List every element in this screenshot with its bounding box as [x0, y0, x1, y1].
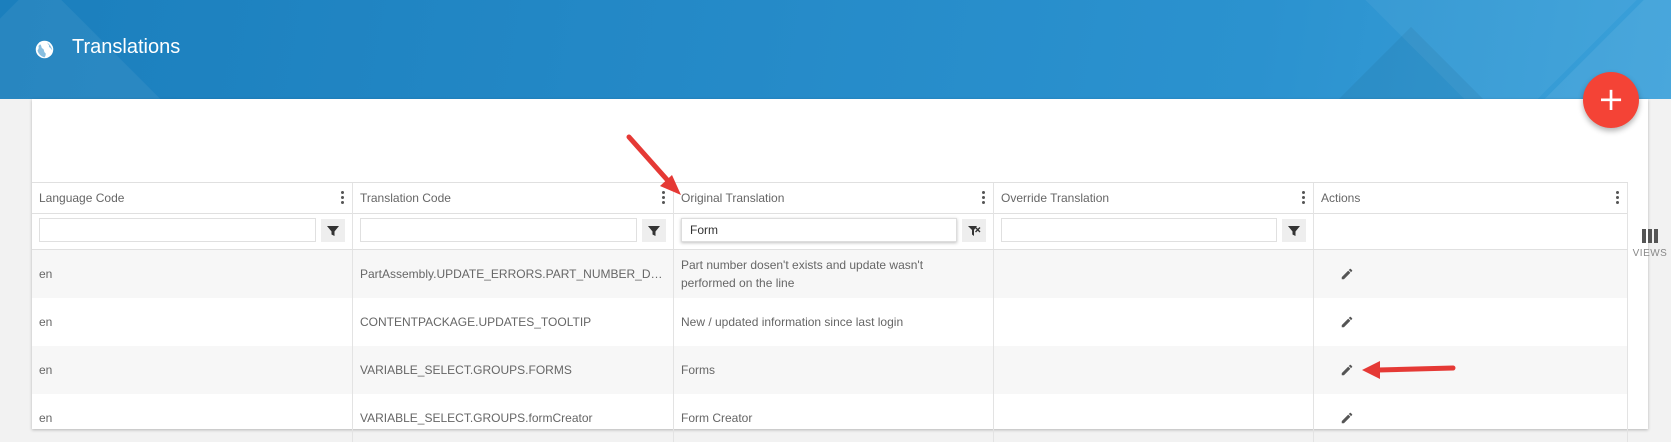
override-cell	[994, 298, 1314, 346]
code-value: CONTENTPACKAGE.UPDATES_TOOLTIP	[360, 315, 592, 329]
original-value: Forms	[681, 363, 715, 377]
page-header: Translations	[0, 0, 1671, 99]
globe-icon	[35, 40, 54, 59]
language-value: en	[39, 315, 53, 329]
original-value: Form Creator	[681, 411, 753, 425]
table-row[interactable]: en CONTENTPACKAGE.UPDATES_TOOLTIP New / …	[32, 298, 1628, 346]
filter-button[interactable]	[642, 219, 666, 242]
views-button[interactable]: VIEWS	[1630, 229, 1670, 259]
original-value: New / updated information since last log…	[681, 315, 904, 329]
override-translation-filter-input[interactable]	[1001, 218, 1277, 242]
column-menu-icon[interactable]	[982, 191, 985, 204]
original-cell: Part number dosen't exists and update wa…	[674, 250, 994, 298]
language-value: en	[39, 267, 53, 281]
code-cell: VARIABLE_SELECT.GROUPS.FORMS	[353, 346, 674, 394]
filter-icon	[1288, 226, 1300, 236]
translations-card: VIEWS Language Code Translation Code Ori…	[32, 99, 1667, 442]
column-label: Override Translation	[1001, 191, 1110, 205]
column-header-language-code[interactable]: Language Code	[32, 183, 353, 213]
filter-icon	[327, 226, 339, 236]
code-value: PartAssembly.UPDATE_ERRORS.PART_NUMBER_D…	[360, 267, 665, 281]
override-cell	[994, 346, 1314, 394]
code-cell: VARIABLE_SELECT.GROUPS.formCreator	[353, 394, 674, 442]
filter-cell	[32, 212, 353, 249]
code-cell: CONTENTPACKAGE.UPDATES_TOOLTIP	[353, 298, 674, 346]
code-value: VARIABLE_SELECT.GROUPS.formCreator	[360, 411, 593, 425]
code-cell: PartAssembly.UPDATE_ERRORS.PART_NUMBER_D…	[353, 250, 674, 298]
page-title: Translations	[72, 36, 181, 58]
filter-button[interactable]	[1282, 219, 1306, 242]
column-menu-icon[interactable]	[1302, 191, 1305, 204]
column-header-actions[interactable]: Actions	[1314, 183, 1628, 213]
edit-icon[interactable]	[1340, 411, 1354, 425]
actions-cell	[1314, 250, 1628, 298]
filter-cell	[353, 212, 674, 249]
table-row[interactable]: en PartAssembly.UPDATE_ERRORS.PART_NUMBE…	[32, 250, 1628, 298]
override-cell	[994, 394, 1314, 442]
original-cell: Forms	[674, 346, 994, 394]
original-cell: Form Creator	[674, 394, 994, 442]
actions-cell	[1314, 394, 1628, 442]
edit-icon[interactable]	[1340, 267, 1354, 281]
column-label: Original Translation	[681, 191, 785, 205]
column-menu-icon[interactable]	[341, 191, 344, 204]
language-cell: en	[32, 250, 353, 298]
column-menu-icon[interactable]	[1616, 191, 1619, 204]
original-value: Part number dosen't exists and update wa…	[681, 258, 924, 290]
translation-code-filter-input[interactable]	[360, 218, 637, 242]
column-label: Actions	[1321, 191, 1361, 205]
language-value: en	[39, 411, 53, 425]
grid-filter-row	[32, 212, 1628, 250]
actions-cell	[1314, 346, 1628, 394]
language-value: en	[39, 363, 53, 377]
language-code-filter-input[interactable]	[39, 218, 316, 242]
language-cell: en	[32, 298, 353, 346]
views-label: VIEWS	[1632, 248, 1668, 259]
actions-cell	[1314, 298, 1628, 346]
filter-cell	[994, 212, 1314, 249]
filter-cell	[1314, 212, 1628, 249]
edit-icon[interactable]	[1340, 315, 1354, 329]
filter-button[interactable]	[321, 219, 345, 242]
column-menu-icon[interactable]	[662, 191, 665, 204]
language-cell: en	[32, 394, 353, 442]
clear-filter-button[interactable]	[962, 219, 986, 242]
table-row[interactable]: en VARIABLE_SELECT.GROUPS.FORMS Forms	[32, 346, 1628, 394]
filter-icon	[648, 226, 660, 236]
original-cell: New / updated information since last log…	[674, 298, 994, 346]
column-header-override-translation[interactable]: Override Translation	[994, 183, 1314, 213]
original-translation-filter-input[interactable]	[681, 218, 957, 242]
override-cell	[994, 250, 1314, 298]
column-label: Language Code	[39, 191, 125, 205]
view-columns-icon	[1630, 229, 1670, 243]
filter-cell	[674, 212, 994, 249]
edit-icon[interactable]	[1340, 363, 1354, 377]
table-row[interactable]: en VARIABLE_SELECT.GROUPS.formCreator Fo…	[32, 394, 1628, 442]
language-cell: en	[32, 346, 353, 394]
add-translation-button[interactable]: +	[1583, 72, 1639, 128]
column-label: Translation Code	[360, 191, 451, 205]
column-header-translation-code[interactable]: Translation Code	[353, 183, 674, 213]
clear-filter-icon	[968, 226, 981, 236]
grid-header-row: Language Code Translation Code Original …	[32, 182, 1628, 214]
code-value: VARIABLE_SELECT.GROUPS.FORMS	[360, 363, 572, 377]
column-header-original-translation[interactable]: Original Translation	[674, 183, 994, 213]
